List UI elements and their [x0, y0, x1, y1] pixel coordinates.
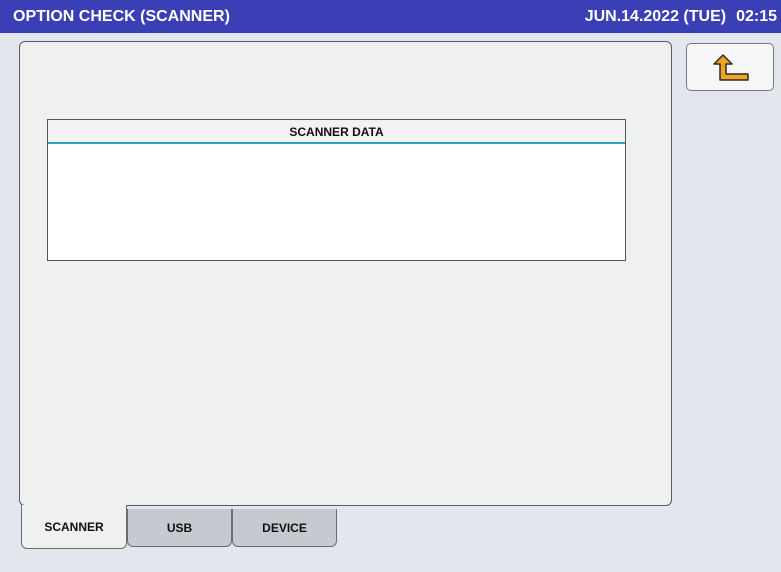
tab-usb-label: USB: [166, 520, 193, 535]
tab-device-label: DEVICE: [262, 520, 307, 535]
tab-device[interactable]: DEVICE: [232, 509, 337, 547]
main-panel: [19, 41, 672, 506]
screen-title: OPTION CHECK (SCANNER): [13, 8, 230, 25]
scanner-data-content: [48, 144, 625, 258]
tab-scanner-label: SCANNER: [44, 519, 104, 534]
back-button[interactable]: [686, 43, 774, 91]
scanner-data-header: SCANNER DATA: [48, 120, 625, 144]
title-bar: OPTION CHECK (SCANNER) JUN.14.2022 (TUE)…: [0, 0, 781, 33]
tab-usb[interactable]: USB: [127, 509, 232, 547]
tab-scanner[interactable]: SCANNER: [21, 505, 127, 549]
scanner-data-box: SCANNER DATA: [47, 119, 626, 261]
time-label: 02:15: [736, 8, 777, 25]
date-time: JUN.14.2022 (TUE) 02:15: [585, 8, 777, 26]
back-arrow-icon: [713, 54, 749, 81]
date-label: JUN.14.2022 (TUE): [584, 8, 727, 25]
